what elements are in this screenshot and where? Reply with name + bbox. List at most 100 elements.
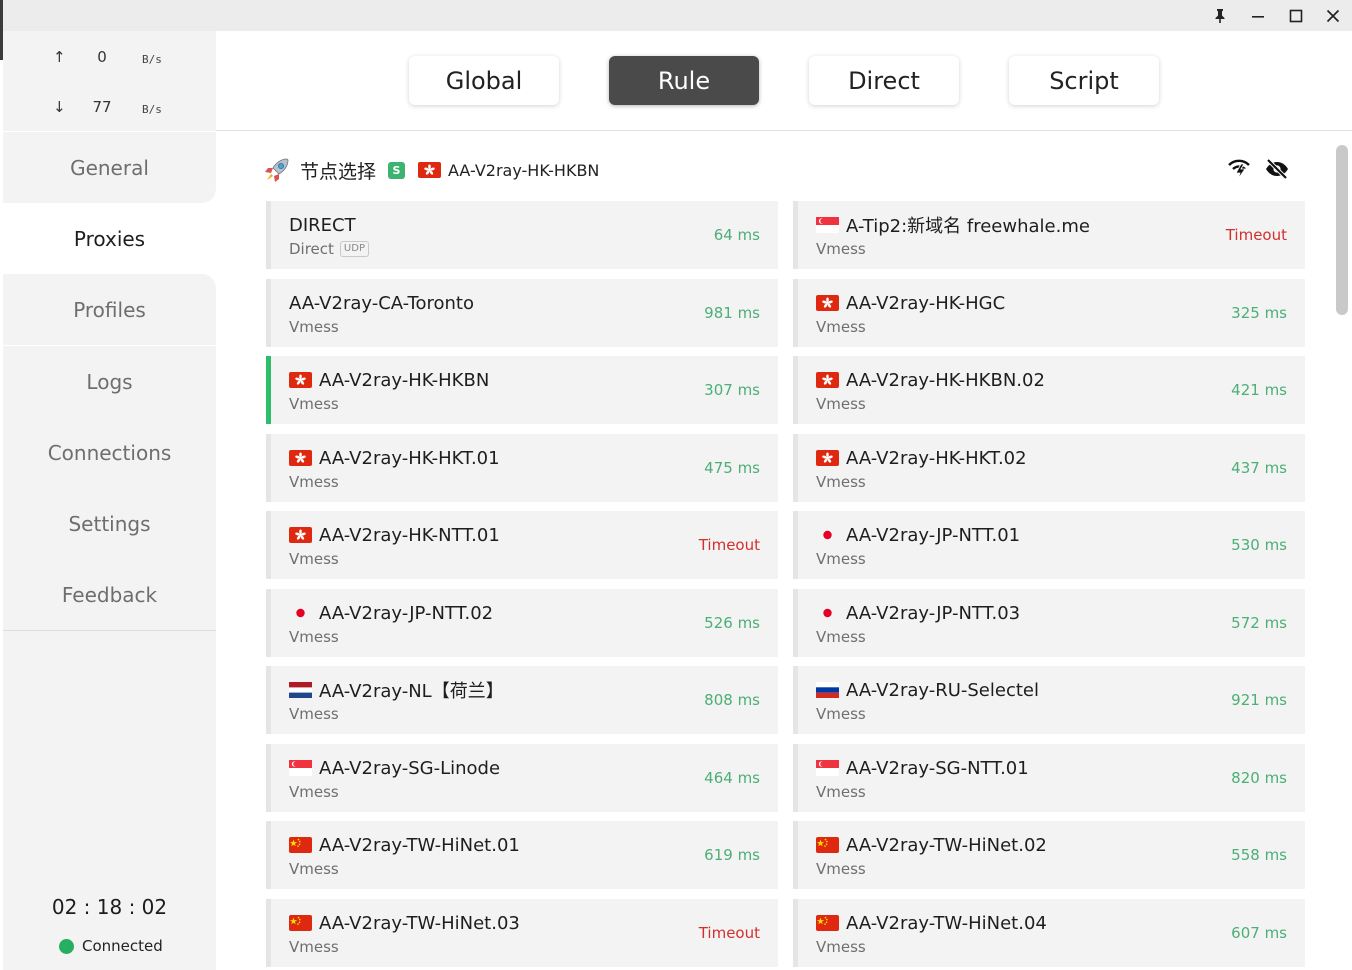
status-dot-icon: [59, 938, 74, 954]
scrollbar-thumb[interactable]: [1336, 145, 1348, 315]
proxy-delay[interactable]: Timeout: [699, 536, 760, 554]
proxy-type: Vmess: [816, 395, 866, 413]
proxy-card[interactable]: AA-V2ray-SG-NTT.01 Vmess 820 ms: [793, 744, 1305, 812]
proxy-card[interactable]: AA-V2ray-JP-NTT.03 Vmess 572 ms: [793, 589, 1305, 657]
proxy-card[interactable]: AA-V2ray-HK-HKT.01 Vmess 475 ms: [266, 434, 778, 502]
proxy-card[interactable]: AA-V2ray-TW-HiNet.04 Vmess 607 ms: [793, 899, 1305, 967]
proxy-subtitle: Vmess: [289, 705, 339, 723]
proxy-name: AA-V2ray-TW-HiNet.02: [846, 834, 1047, 856]
proxy-delay[interactable]: 808 ms: [704, 691, 760, 709]
proxy-title: AA-V2ray-CA-Toronto: [289, 291, 474, 315]
proxy-title: AA-V2ray-JP-NTT.03: [816, 601, 1020, 625]
sidebar-item-general[interactable]: General: [3, 132, 216, 203]
proxy-card[interactable]: AA-V2ray-SG-Linode Vmess 464 ms: [266, 744, 778, 812]
minimize-icon[interactable]: [1244, 4, 1272, 28]
proxy-delay[interactable]: 981 ms: [704, 304, 760, 322]
mode-direct-button[interactable]: Direct: [809, 56, 959, 105]
proxy-title: A-Tip2:新域名 freewhale.me: [816, 213, 1090, 237]
mode-bar: Global Rule Direct Script: [216, 31, 1352, 131]
proxy-delay[interactable]: 475 ms: [704, 459, 760, 477]
maximize-icon[interactable]: [1282, 4, 1310, 28]
proxy-delay[interactable]: 421 ms: [1231, 381, 1287, 399]
card-accent-bar: [266, 589, 271, 657]
ru-flag-icon: [816, 682, 839, 698]
proxy-card[interactable]: AA-V2ray-HK-HKT.02 Vmess 437 ms: [793, 434, 1305, 502]
sidebar-item-profiles[interactable]: Profiles: [3, 274, 216, 345]
proxy-delay[interactable]: 464 ms: [704, 769, 760, 787]
mode-global-button[interactable]: Global: [409, 56, 559, 105]
mode-rule-button[interactable]: Rule: [609, 56, 759, 105]
proxy-card[interactable]: AA-V2ray-JP-NTT.02 Vmess 526 ms: [266, 589, 778, 657]
proxy-delay[interactable]: 325 ms: [1231, 304, 1287, 322]
proxy-subtitle: Vmess: [816, 628, 866, 646]
sg-flag-icon: [289, 760, 312, 776]
card-accent-bar: [793, 356, 798, 424]
proxy-type: Vmess: [816, 783, 866, 801]
hide-icon[interactable]: [1264, 156, 1290, 182]
proxy-card[interactable]: A-Tip2:新域名 freewhale.me Vmess Timeout: [793, 201, 1305, 269]
proxy-card[interactable]: DIRECT Direct UDP 64 ms: [266, 201, 778, 269]
proxy-delay[interactable]: Timeout: [699, 924, 760, 942]
card-accent-bar: [266, 666, 271, 734]
proxy-delay[interactable]: 607 ms: [1231, 924, 1287, 942]
sg-flag-icon: [816, 217, 839, 233]
proxy-title: AA-V2ray-HK-HKT.02: [816, 446, 1027, 470]
sidebar-item-feedback[interactable]: Feedback: [3, 559, 216, 630]
proxy-delay[interactable]: 526 ms: [704, 614, 760, 632]
proxy-type: Vmess: [816, 550, 866, 568]
proxy-subtitle: Vmess: [816, 395, 866, 413]
proxy-name: AA-V2ray-HK-HKBN: [319, 369, 490, 391]
title-bar: [0, 0, 1352, 31]
proxy-card[interactable]: AA-V2ray-RU-Selectel Vmess 921 ms: [793, 666, 1305, 734]
proxy-delay[interactable]: 619 ms: [704, 846, 760, 864]
proxy-delay[interactable]: 558 ms: [1231, 846, 1287, 864]
proxy-name: AA-V2ray-JP-NTT.02: [319, 602, 494, 624]
upload-unit: B/s: [142, 53, 162, 66]
proxy-delay[interactable]: 307 ms: [704, 381, 760, 399]
sidebar-item-logs[interactable]: Logs: [3, 346, 216, 417]
download-value: 77: [92, 98, 112, 116]
proxy-title: AA-V2ray-SG-Linode: [289, 756, 500, 780]
proxy-type: Vmess: [289, 318, 339, 336]
sidebar-item-connections[interactable]: Connections: [3, 417, 216, 488]
proxy-card[interactable]: AA-V2ray-HK-HKBN.02 Vmess 421 ms: [793, 356, 1305, 424]
card-accent-bar: [266, 511, 271, 579]
download-arrow-icon: ↓: [53, 98, 66, 116]
proxy-delay[interactable]: 820 ms: [1231, 769, 1287, 787]
pin-icon[interactable]: [1206, 4, 1234, 28]
jp-flag-icon: [823, 530, 832, 540]
proxy-delay[interactable]: 572 ms: [1231, 614, 1287, 632]
proxy-card[interactable]: AA-V2ray-TW-HiNet.01 Vmess 619 ms: [266, 821, 778, 889]
proxy-group-header[interactable]: 节点选择 S AA-V2ray-HK-HKBN: [262, 150, 599, 190]
close-icon[interactable]: [1319, 4, 1347, 28]
proxy-name: AA-V2ray-TW-HiNet.04: [846, 912, 1047, 934]
proxy-card[interactable]: AA-V2ray-TW-HiNet.02 Vmess 558 ms: [793, 821, 1305, 889]
proxy-name: AA-V2ray-HK-NTT.01: [319, 524, 500, 546]
sidebar-item-proxies[interactable]: Proxies: [3, 203, 216, 274]
card-accent-bar: [266, 279, 271, 347]
sidebar-item-settings[interactable]: Settings: [3, 488, 216, 559]
proxy-type: Vmess: [289, 783, 339, 801]
connection-status[interactable]: Connected: [59, 937, 163, 955]
card-accent-bar: [793, 589, 798, 657]
proxy-type: Vmess: [289, 860, 339, 878]
proxy-type: Vmess: [816, 938, 866, 956]
mode-script-button[interactable]: Script: [1009, 56, 1159, 105]
proxy-card[interactable]: AA-V2ray-TW-HiNet.03 Vmess Timeout: [266, 899, 778, 967]
proxy-delay[interactable]: Timeout: [1226, 226, 1287, 244]
proxy-delay[interactable]: 64 ms: [714, 226, 760, 244]
card-accent-bar: [793, 821, 798, 889]
proxy-delay[interactable]: 921 ms: [1231, 691, 1287, 709]
speedtest-icon[interactable]: [1226, 156, 1252, 182]
proxy-subtitle: Vmess: [289, 395, 339, 413]
proxy-card[interactable]: AA-V2ray-HK-HKBN Vmess 307 ms: [266, 356, 778, 424]
proxy-type: Vmess: [816, 860, 866, 878]
proxy-delay[interactable]: 530 ms: [1231, 536, 1287, 554]
proxy-card[interactable]: AA-V2ray-NL【荷兰】 Vmess 808 ms: [266, 666, 778, 734]
proxy-card[interactable]: AA-V2ray-CA-Toronto Vmess 981 ms: [266, 279, 778, 347]
proxy-card[interactable]: AA-V2ray-JP-NTT.01 Vmess 530 ms: [793, 511, 1305, 579]
proxy-card[interactable]: AA-V2ray-HK-HGC Vmess 325 ms: [793, 279, 1305, 347]
proxy-subtitle: Vmess: [816, 240, 866, 258]
proxy-delay[interactable]: 437 ms: [1231, 459, 1287, 477]
proxy-card[interactable]: AA-V2ray-HK-NTT.01 Vmess Timeout: [266, 511, 778, 579]
